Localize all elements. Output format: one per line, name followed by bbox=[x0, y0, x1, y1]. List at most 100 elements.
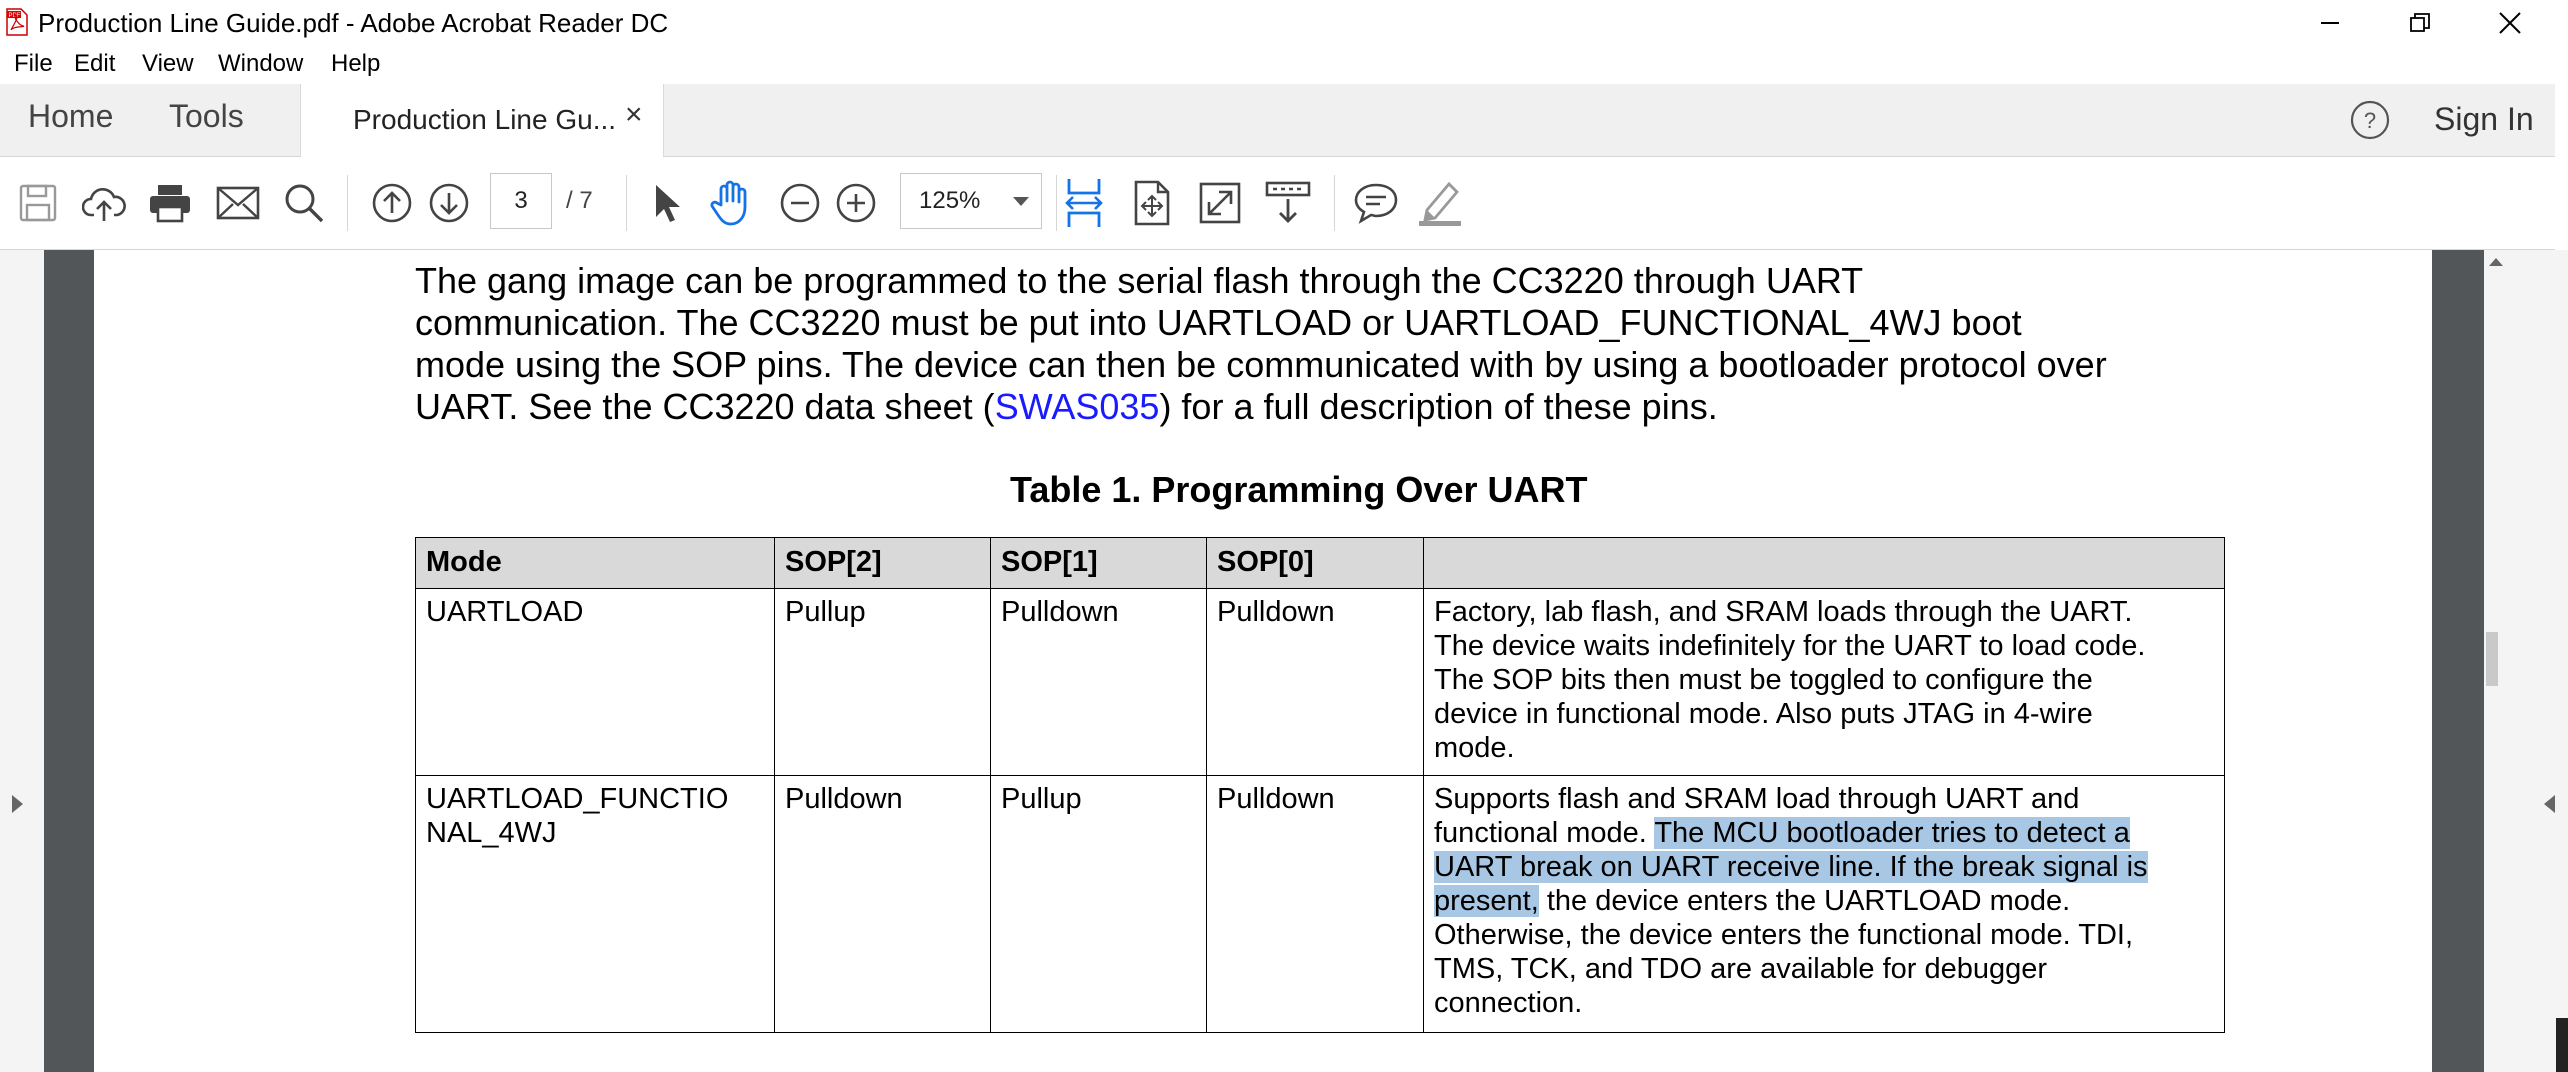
row2-sop1: Pullup bbox=[990, 775, 1207, 1033]
zoom-select[interactable]: 125% bbox=[900, 173, 1042, 229]
toolbar-separator bbox=[1056, 175, 1057, 231]
search-button[interactable] bbox=[278, 177, 330, 229]
expand-right-panel-icon[interactable] bbox=[2544, 795, 2555, 813]
save-icon bbox=[19, 184, 57, 222]
print-button[interactable] bbox=[144, 177, 196, 229]
row1-description: Factory, lab flash, and SRAM loads throu… bbox=[1423, 588, 2225, 776]
tab-bar: Home Tools Production Line Gu... × bbox=[0, 84, 2555, 157]
hand-icon bbox=[710, 180, 747, 226]
row1-sop2: Pullup bbox=[774, 588, 991, 776]
toolbar-separator bbox=[1334, 175, 1335, 231]
minimize-button[interactable] bbox=[2280, 0, 2380, 46]
fit-width-icon bbox=[1065, 179, 1103, 227]
description-text: functional mode. bbox=[1434, 817, 1655, 849]
menu-window[interactable]: Window bbox=[218, 50, 303, 78]
row2-description-line: TMS, TCK, and TDO are available for debu… bbox=[1434, 953, 2048, 985]
page-down-icon bbox=[429, 183, 469, 223]
row2-description[interactable]: Supports flash and SRAM load through UAR… bbox=[1423, 775, 2225, 1033]
row2-mode-line: UARTLOAD_FUNCTIO bbox=[426, 783, 729, 815]
menu-edit[interactable]: Edit bbox=[74, 50, 115, 78]
paragraph-text: ) for a full description of these pins. bbox=[1159, 386, 1718, 427]
page-up-icon bbox=[372, 183, 412, 223]
search-icon bbox=[285, 184, 324, 223]
programming-table: Mode SOP[2] SOP[1] SOP[0] UARTLOAD Pullu… bbox=[415, 537, 2225, 1033]
zoom-out-button[interactable] bbox=[774, 177, 826, 229]
paragraph-line-1: The gang image can be programmed to the … bbox=[415, 260, 1864, 301]
left-panel-rail bbox=[0, 250, 44, 1072]
toolbar-separator bbox=[347, 175, 348, 231]
table-header-description bbox=[1423, 537, 2225, 589]
fit-page-button[interactable] bbox=[1126, 177, 1178, 229]
text-selection: UART break on UART receive line. If the … bbox=[1434, 851, 2148, 883]
row2-description-line: functional mode. The MCU bootloader trie… bbox=[1434, 816, 2214, 850]
row2-description-line: Supports flash and SRAM load through UAR… bbox=[1434, 783, 2080, 815]
sign-in-link[interactable]: Sign In bbox=[2434, 101, 2534, 138]
table-header-sop1: SOP[1] bbox=[990, 537, 1207, 589]
save-button[interactable] bbox=[12, 177, 64, 229]
row2-description-line: Otherwise, the device enters the functio… bbox=[1434, 919, 2134, 951]
menu-view[interactable]: View bbox=[142, 50, 194, 78]
zoom-in-button[interactable] bbox=[830, 177, 882, 229]
page-number-input[interactable]: 3 bbox=[490, 173, 552, 229]
hand-tool-button[interactable] bbox=[706, 177, 758, 229]
page-total: / 7 bbox=[566, 187, 593, 214]
upload-button[interactable] bbox=[78, 177, 130, 229]
text-selection: present, bbox=[1434, 885, 1539, 917]
scroll-mode-icon bbox=[1265, 181, 1311, 223]
svg-text:?: ? bbox=[2364, 108, 2376, 133]
right-tools-rail bbox=[2540, 250, 2568, 1072]
restore-button[interactable] bbox=[2370, 0, 2470, 46]
scroll-mode-button[interactable] bbox=[1262, 177, 1314, 229]
row1-description-line: Factory, lab flash, and SRAM loads throu… bbox=[1434, 596, 2133, 628]
row2-mode-line: NAL_4WJ bbox=[426, 817, 557, 849]
help-icon[interactable]: ? bbox=[2350, 100, 2390, 140]
fullscreen-icon bbox=[1199, 182, 1241, 224]
zoom-out-icon bbox=[780, 183, 820, 223]
paragraph-text: UART. See the CC3220 data sheet ( bbox=[415, 386, 995, 427]
tab-home[interactable]: Home bbox=[28, 98, 113, 135]
window-title: Production Line Guide.pdf - Adobe Acroba… bbox=[38, 8, 669, 38]
row1-description-line: device in functional mode. Also puts JTA… bbox=[1434, 698, 2093, 730]
comment-button[interactable] bbox=[1350, 177, 1402, 229]
row2-description-line: connection. bbox=[1434, 987, 1583, 1019]
title-bar: PDF Production Line Guide.pdf - Adobe Ac… bbox=[0, 0, 2568, 46]
table-header-sop2: SOP[2] bbox=[774, 537, 991, 589]
tab-document[interactable]: Production Line Gu... × bbox=[300, 84, 664, 157]
row1-description-line: The device waits indefinitely for the UA… bbox=[1434, 630, 2146, 662]
toolbar: 3 / 7 125% bbox=[0, 157, 2555, 250]
scroll-up-icon[interactable] bbox=[2489, 258, 2503, 266]
row1-mode: UARTLOAD bbox=[415, 588, 775, 776]
page-down-button[interactable] bbox=[423, 177, 475, 229]
row1-sop0: Pulldown bbox=[1206, 588, 1424, 776]
row2-description-line: UART break on UART receive line. If the … bbox=[1434, 850, 2214, 884]
menu-file[interactable]: File bbox=[14, 50, 53, 78]
highlight-pen-icon bbox=[1419, 181, 1461, 226]
page-up-button[interactable] bbox=[366, 177, 418, 229]
table-header-sop0: SOP[0] bbox=[1206, 537, 1424, 589]
fit-width-button[interactable] bbox=[1058, 177, 1110, 229]
zoom-value: 125% bbox=[919, 187, 981, 214]
row1-description-line: The SOP bits then must be toggled to con… bbox=[1434, 664, 2093, 696]
description-text: the device enters the UARTLOAD mode. bbox=[1538, 885, 2071, 917]
restore-icon bbox=[2410, 13, 2430, 32]
fit-page-icon bbox=[1134, 180, 1170, 226]
chevron-down-icon bbox=[1013, 197, 1029, 206]
upload-icon bbox=[82, 187, 126, 221]
highlight-button[interactable] bbox=[1414, 177, 1466, 229]
scrollbar-thumb[interactable] bbox=[2486, 632, 2498, 686]
paragraph-line-4: UART. See the CC3220 data sheet (SWAS035… bbox=[415, 386, 1718, 428]
tab-tools[interactable]: Tools bbox=[169, 98, 244, 135]
fullscreen-button[interactable] bbox=[1194, 177, 1246, 229]
datasheet-link[interactable]: SWAS035 bbox=[995, 386, 1160, 427]
email-button[interactable] bbox=[212, 177, 264, 229]
close-tab-icon[interactable]: × bbox=[625, 98, 643, 132]
acrobat-pdf-icon: PDF bbox=[6, 8, 28, 36]
expand-left-panel-icon[interactable] bbox=[12, 795, 23, 813]
select-tool-button[interactable] bbox=[640, 177, 692, 229]
row2-description-line: present, the device enters the UARTLOAD … bbox=[1434, 884, 2214, 918]
menu-help[interactable]: Help bbox=[331, 50, 380, 78]
edge-strip bbox=[2556, 1018, 2568, 1072]
row2-sop0: Pulldown bbox=[1206, 775, 1424, 1033]
print-icon bbox=[150, 185, 190, 223]
close-window-button[interactable] bbox=[2460, 0, 2560, 46]
